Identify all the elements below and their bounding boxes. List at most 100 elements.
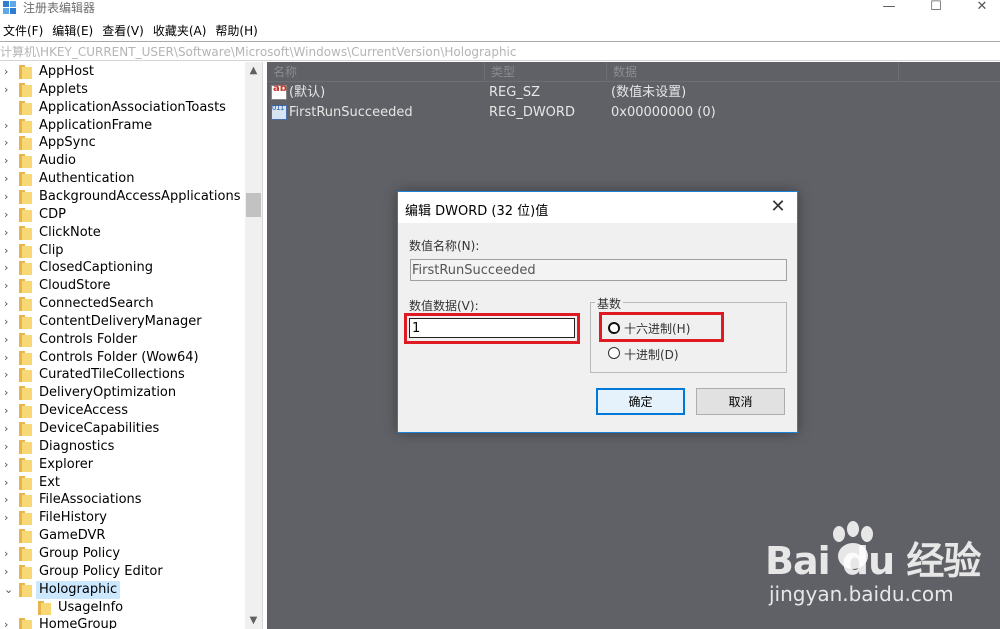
tree-item[interactable]: › DeviceAccess bbox=[0, 402, 245, 420]
tree-item[interactable]: › Applets bbox=[0, 81, 245, 99]
tree-item[interactable]: › Explorer bbox=[0, 456, 245, 474]
expand-chevron-icon[interactable]: › bbox=[4, 296, 8, 312]
tree-item[interactable]: GameDVR bbox=[0, 527, 245, 545]
expand-chevron-icon[interactable]: › bbox=[4, 207, 8, 223]
baidu-watermark: Bai du 经验 jingyan.baidu.com bbox=[765, 520, 981, 620]
expand-chevron-icon[interactable]: › bbox=[4, 278, 8, 294]
tree-item[interactable]: › Clip bbox=[0, 242, 245, 260]
tree-item[interactable]: › ApplicationFrame bbox=[0, 117, 245, 135]
expand-chevron-icon[interactable]: › bbox=[4, 153, 8, 169]
expand-chevron-icon[interactable]: › bbox=[4, 314, 8, 330]
tree-item[interactable]: › Group Policy Editor bbox=[0, 563, 245, 581]
minimize-button[interactable]: — bbox=[866, 0, 912, 18]
tree-item[interactable]: › ContentDeliveryManager bbox=[0, 313, 245, 331]
scroll-thumb[interactable] bbox=[246, 193, 261, 217]
close-window-button[interactable]: ✕ bbox=[959, 0, 1000, 18]
tree-item[interactable]: › Ext bbox=[0, 474, 245, 492]
expand-chevron-icon[interactable]: › bbox=[4, 171, 8, 187]
tree-item[interactable]: › CuratedTileCollections bbox=[0, 366, 245, 384]
list-item[interactable]: FirstRunSucceeded REG_DWORD 0x00000000 (… bbox=[267, 103, 1000, 123]
expand-chevron-icon[interactable]: › bbox=[4, 225, 8, 241]
tree-item[interactable]: › DeliveryOptimization bbox=[0, 384, 245, 402]
tree-item[interactable]: › DeviceCapabilities bbox=[0, 420, 245, 438]
expand-chevron-icon[interactable]: › bbox=[4, 510, 8, 526]
address-path: 计算机\HKEY_CURRENT_USER\Software\Microsoft… bbox=[0, 45, 517, 59]
tree-item[interactable]: › CDP bbox=[0, 206, 245, 224]
expand-chevron-icon[interactable]: › bbox=[4, 546, 8, 562]
expand-chevron-icon[interactable]: › bbox=[4, 189, 8, 205]
tree-item-label: AppSync bbox=[39, 135, 96, 151]
watermark-logo: Bai du 经验 bbox=[765, 539, 981, 583]
expand-chevron-icon[interactable]: › bbox=[4, 564, 8, 580]
tree-item[interactable]: UsageInfo bbox=[0, 599, 245, 617]
folder-icon bbox=[19, 189, 32, 204]
dec-radio-label[interactable]: 十进制(D) bbox=[624, 346, 679, 363]
menu-help[interactable]: 帮助(H) bbox=[212, 20, 263, 40]
tree-item[interactable]: › Controls Folder (Wow64) bbox=[0, 349, 245, 367]
tree-item[interactable]: › HomeGroup bbox=[0, 616, 245, 629]
tree-item[interactable]: ApplicationAssociationToasts bbox=[0, 99, 245, 117]
value-name-field[interactable] bbox=[410, 259, 787, 281]
ok-button[interactable]: 确定 bbox=[596, 388, 685, 415]
expand-chevron-icon[interactable]: › bbox=[4, 82, 8, 98]
expand-chevron-icon[interactable]: › bbox=[4, 385, 8, 401]
list-item[interactable]: (默认) REG_SZ (数值未设置) bbox=[267, 83, 1000, 103]
expand-chevron-icon[interactable]: › bbox=[4, 457, 8, 473]
menu-edit[interactable]: 编辑(E) bbox=[49, 20, 99, 40]
expand-chevron-icon[interactable]: › bbox=[4, 617, 8, 629]
column-data[interactable]: 数据 bbox=[607, 62, 899, 82]
menu-view[interactable]: 查看(V) bbox=[99, 20, 150, 40]
expand-chevron-icon[interactable]: › bbox=[4, 243, 8, 259]
expand-chevron-icon[interactable]: › bbox=[4, 439, 8, 455]
tree-item[interactable]: › AppSync bbox=[0, 134, 245, 152]
close-icon[interactable]: ✕ bbox=[765, 195, 791, 221]
address-bar[interactable]: 计算机\HKEY_CURRENT_USER\Software\Microsoft… bbox=[0, 41, 1000, 61]
tree-item[interactable]: › AppHost bbox=[0, 63, 245, 81]
expand-chevron-icon[interactable]: ⌄ bbox=[4, 582, 13, 598]
tree-item-label: ClosedCaptioning bbox=[39, 260, 153, 276]
expand-chevron-icon[interactable]: › bbox=[4, 475, 8, 491]
tree-item[interactable]: › CloudStore bbox=[0, 277, 245, 295]
tree-item[interactable]: › Group Policy bbox=[0, 545, 245, 563]
tree-item-label: Authentication bbox=[39, 171, 135, 187]
tree-item[interactable]: › BackgroundAccessApplications bbox=[0, 188, 245, 206]
folder-icon bbox=[19, 225, 32, 240]
tree-item-label: Clip bbox=[39, 242, 64, 258]
folder-icon bbox=[19, 386, 32, 401]
scroll-up-icon[interactable]: ▲ bbox=[245, 62, 262, 79]
tree-item[interactable]: › FileAssociations bbox=[0, 491, 245, 509]
expand-chevron-icon[interactable]: › bbox=[4, 403, 8, 419]
tree-item[interactable]: › FileHistory bbox=[0, 509, 245, 527]
tree-scrollbar[interactable]: ▲ ▼ bbox=[245, 62, 262, 629]
expand-chevron-icon[interactable]: › bbox=[4, 421, 8, 437]
tree-item[interactable]: › ClickNote bbox=[0, 224, 245, 242]
tree-item[interactable]: › Authentication bbox=[0, 170, 245, 188]
column-name[interactable]: 名称 bbox=[267, 62, 485, 82]
cancel-button[interactable]: 取消 bbox=[696, 388, 785, 415]
dec-radio[interactable] bbox=[608, 347, 620, 359]
expand-chevron-icon[interactable]: › bbox=[4, 332, 8, 348]
value-data-label: 数值数据(V): bbox=[409, 299, 479, 313]
expand-chevron-icon[interactable]: › bbox=[4, 492, 8, 508]
tree-item[interactable]: › ConnectedSearch bbox=[0, 295, 245, 313]
expand-chevron-icon[interactable]: › bbox=[4, 260, 8, 276]
tree-item[interactable]: › Audio bbox=[0, 152, 245, 170]
column-type[interactable]: 类型 bbox=[485, 62, 607, 82]
maximize-button[interactable]: ☐ bbox=[913, 0, 959, 18]
menu-file[interactable]: 文件(F) bbox=[0, 20, 49, 40]
expand-chevron-icon[interactable]: › bbox=[4, 118, 8, 134]
expand-chevron-icon[interactable]: › bbox=[4, 64, 8, 80]
scroll-down-icon[interactable]: ▼ bbox=[245, 612, 262, 629]
dialog-title-bar: 编辑 DWORD (32 位)值 ✕ bbox=[398, 192, 797, 223]
tree-item[interactable]: ⌄ Holographic bbox=[0, 580, 245, 599]
tree-item-label: HomeGroup bbox=[39, 617, 117, 629]
tree-item[interactable]: › Controls Folder bbox=[0, 331, 245, 349]
expand-chevron-icon[interactable]: › bbox=[4, 367, 8, 383]
string-value-icon bbox=[271, 83, 287, 100]
tree-item[interactable]: › ClosedCaptioning bbox=[0, 259, 245, 277]
expand-chevron-icon[interactable]: › bbox=[4, 350, 8, 366]
folder-icon bbox=[19, 297, 32, 312]
menu-favorites[interactable]: 收藏夹(A) bbox=[150, 20, 213, 40]
tree-item[interactable]: › Diagnostics bbox=[0, 438, 245, 456]
expand-chevron-icon[interactable]: › bbox=[4, 135, 8, 151]
